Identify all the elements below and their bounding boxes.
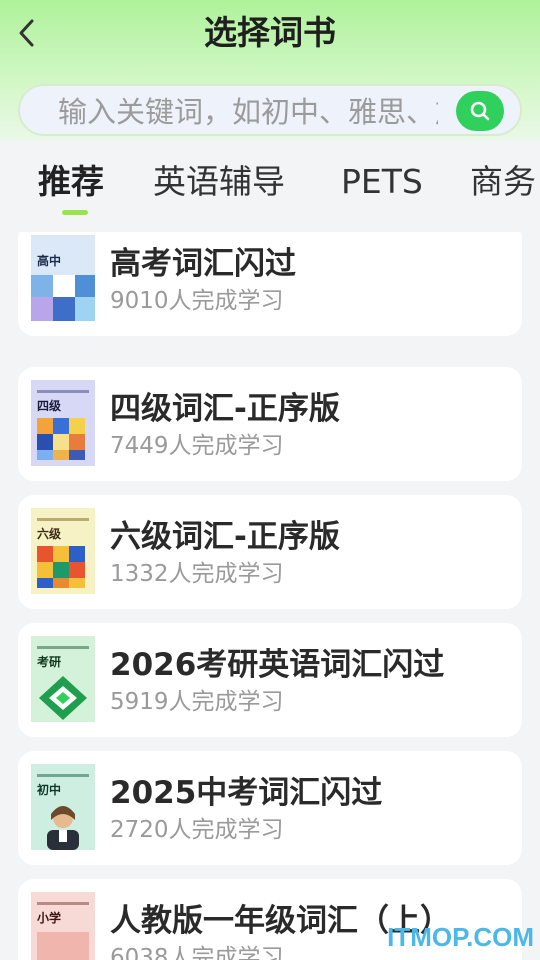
- book-cover: 四级: [31, 380, 95, 466]
- book-learners: 9010人完成学习: [110, 288, 284, 314]
- book-learners: 1332人完成学习: [110, 561, 284, 587]
- header-bar: 选择词书: [0, 0, 540, 150]
- book-cover: 六级: [31, 508, 95, 594]
- page-title: 选择词书: [204, 13, 336, 52]
- search-bar: [18, 84, 522, 136]
- book-cover: 小学: [31, 892, 95, 960]
- tab-business[interactable]: 商务: [470, 160, 536, 204]
- book-title: 2026考研英语词汇闪过: [110, 647, 445, 683]
- book-title: 四级词汇-正序版: [110, 391, 340, 427]
- active-tab-indicator: [62, 210, 88, 215]
- tab-pets[interactable]: PETS: [341, 160, 423, 204]
- book-title: 六级词汇-正序版: [110, 519, 340, 555]
- book-learners: 7449人完成学习: [110, 433, 284, 459]
- tab-recommend[interactable]: 推荐: [38, 160, 104, 204]
- cover-badge: 初中: [37, 782, 61, 797]
- cover-badge: 高中: [37, 253, 61, 268]
- book-cover: 考研: [31, 636, 95, 722]
- cover-badge: 考研: [37, 654, 61, 669]
- book-learners: 5919人完成学习: [110, 689, 284, 715]
- book-list[interactable]: 高中 高考词汇闪过 9010人完成学习 四级 四级词汇-正序版 7449人完成学…: [0, 232, 540, 960]
- book-title: 2025中考词汇闪过: [110, 775, 383, 811]
- book-card[interactable]: 高中 高考词汇闪过 9010人完成学习: [18, 232, 522, 336]
- search-button[interactable]: [456, 91, 504, 131]
- book-title: 高考词汇闪过: [110, 246, 296, 282]
- book-card[interactable]: 考研 2026考研英语词汇闪过 5919人完成学习: [18, 623, 522, 737]
- tab-english-tutoring[interactable]: 英语辅导: [153, 160, 285, 204]
- search-input[interactable]: [58, 86, 438, 134]
- book-learners: 2720人完成学习: [110, 817, 284, 843]
- category-tabs: 推荐 英语辅导 PETS 商务: [0, 140, 540, 230]
- search-icon: [470, 101, 490, 121]
- book-cover: 高中: [31, 235, 95, 321]
- cover-badge: 四级: [37, 398, 61, 413]
- cover-badge: 六级: [37, 526, 61, 541]
- book-learners: 6038人完成学习: [110, 945, 284, 960]
- watermark-text: ITMOP.COM: [387, 922, 534, 952]
- book-card[interactable]: 初中 2025中考词汇闪过 2720人完成学习: [18, 751, 522, 865]
- cover-badge: 小学: [37, 910, 61, 925]
- book-card[interactable]: 六级 六级词汇-正序版 1332人完成学习: [18, 495, 522, 609]
- book-cover: 初中: [31, 764, 95, 850]
- book-card[interactable]: 四级 四级词汇-正序版 7449人完成学习: [18, 367, 522, 481]
